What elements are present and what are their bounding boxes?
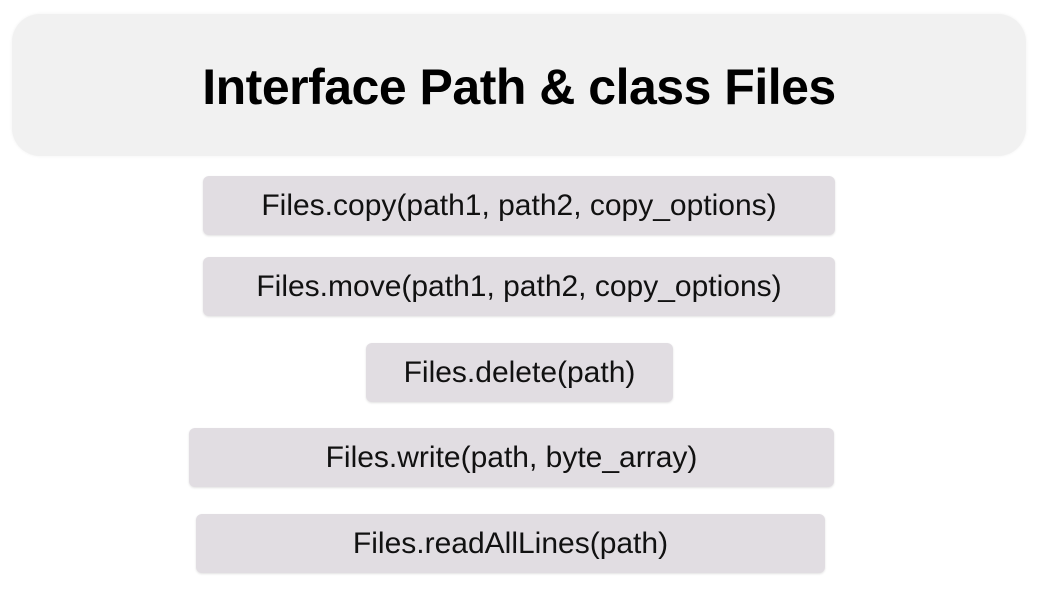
slide-title: Interface Path & class Files — [202, 59, 836, 115]
method-box-read-all-lines: Files.readAllLines(path) — [196, 514, 825, 573]
method-box-move: Files.move(path1, path2, copy_options) — [203, 257, 835, 316]
method-box-copy: Files.copy(path1, path2, copy_options) — [203, 176, 835, 235]
title-banner: Interface Path & class Files — [12, 14, 1026, 156]
method-box-write: Files.write(path, byte_array) — [189, 428, 834, 487]
method-label-write: Files.write(path, byte_array) — [325, 440, 698, 474]
slide: Interface Path & class Files Files.copy(… — [0, 0, 1037, 600]
method-label-delete: Files.delete(path) — [403, 355, 636, 389]
method-label-copy: Files.copy(path1, path2, copy_options) — [261, 188, 777, 222]
method-box-delete: Files.delete(path) — [366, 343, 673, 402]
method-label-move: Files.move(path1, path2, copy_options) — [256, 269, 782, 303]
method-label-read-all-lines: Files.readAllLines(path) — [352, 526, 669, 560]
